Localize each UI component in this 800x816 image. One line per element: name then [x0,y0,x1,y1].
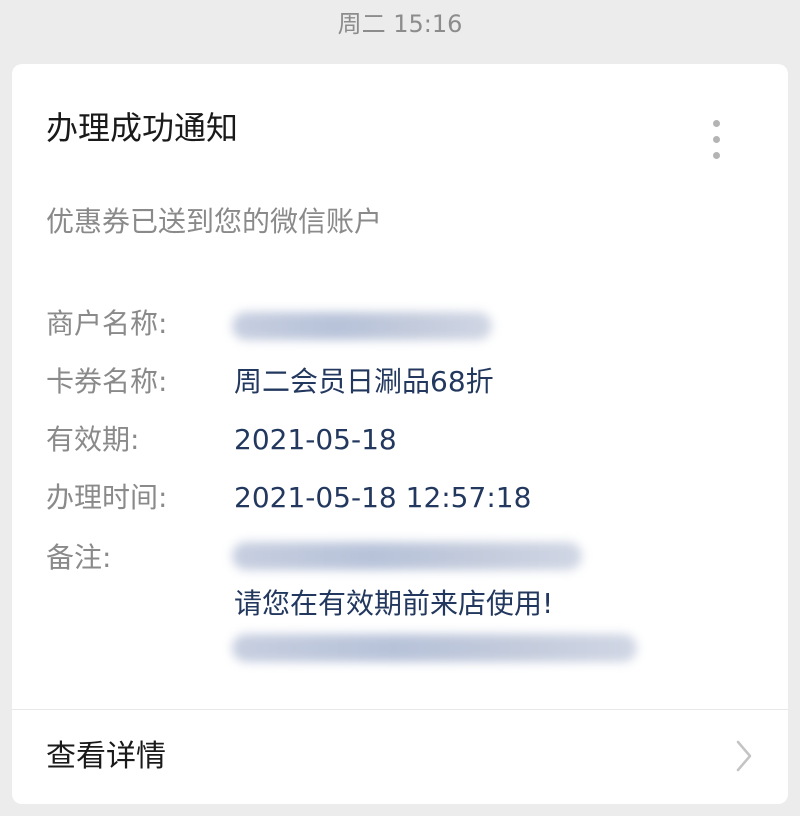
coupon-name-label: 卡券名称: [46,365,168,398]
chevron-right-icon [736,740,752,772]
view-details-label: 查看详情 [46,739,166,774]
merchant-name-value-redacted [232,312,492,340]
coupon-name-value: 周二会员日涮品68折 [234,365,494,398]
processing-time-value: 2021-05-18 12:57:18 [234,481,532,514]
notification-card: 办理成功通知 优惠券已送到您的微信账户 商户名称: 卡券名称: 周二会员日涮品6… [12,64,788,804]
remarks-line-3-redacted [232,634,637,662]
remarks-value: 请您在有效期前来店使用! [234,587,554,620]
validity-label: 有效期: [46,423,140,456]
remarks-label: 备注: [46,541,112,574]
notification-title: 办理成功通知 [46,109,239,147]
merchant-name-label: 商户名称: [46,307,168,340]
message-timestamp: 周二 15:16 [337,10,463,38]
remarks-line-1-redacted [232,542,582,570]
more-options-button[interactable] [698,116,734,164]
notification-subtitle: 优惠券已送到您的微信账户 [46,205,383,238]
validity-value: 2021-05-18 [234,423,397,456]
view-details-button[interactable]: 查看详情 [12,710,788,804]
processing-time-label: 办理时间: [46,481,168,514]
